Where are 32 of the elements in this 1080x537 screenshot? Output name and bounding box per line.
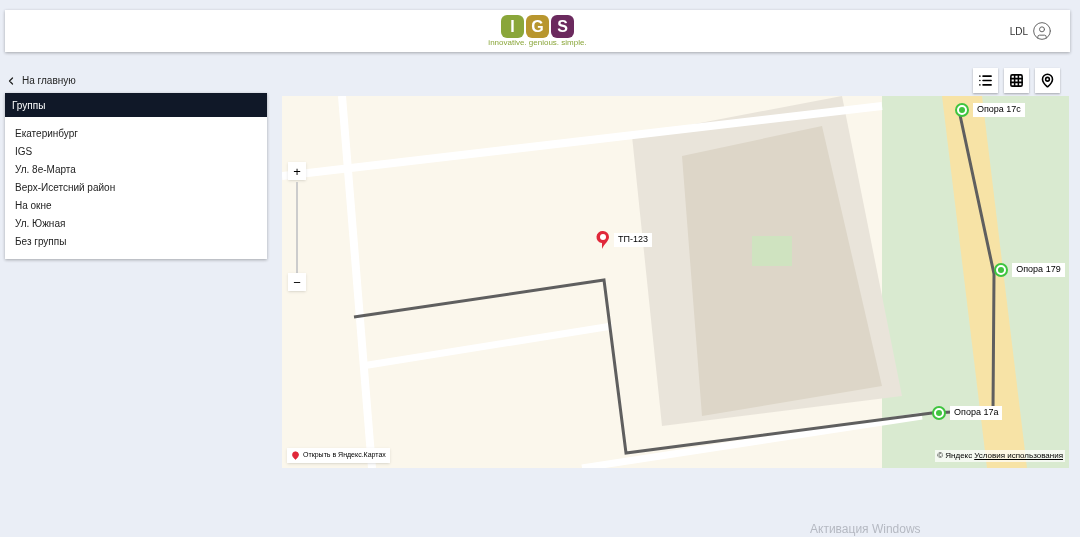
logo-letter: S: [551, 15, 574, 38]
terms-link[interactable]: Условия использования: [974, 450, 1063, 462]
group-item[interactable]: Ул. Южная: [15, 215, 257, 233]
logo-tagline: innovative. genious. simple.: [488, 39, 587, 47]
grid-icon: [1009, 73, 1024, 88]
group-item[interactable]: Ул. 8е-Марта: [15, 161, 257, 179]
pole-marker-icon: [994, 263, 1009, 278]
group-item[interactable]: IGS: [15, 143, 257, 161]
user-name: LDL: [1009, 24, 1028, 39]
user-icon[interactable]: [1032, 21, 1052, 41]
view-button[interactable]: [1035, 68, 1060, 93]
zoom-in-button[interactable]: +: [288, 162, 306, 180]
back-link[interactable]: На главную: [5, 73, 76, 88]
marker-label[interactable]: Опора 17с: [972, 103, 1025, 117]
group-item[interactable]: На окне: [15, 197, 257, 215]
logo-letter: I: [501, 15, 524, 38]
pin-icon: [596, 229, 610, 250]
view-button[interactable]: [973, 68, 998, 93]
marker-label[interactable]: Опора 17а: [950, 406, 1003, 420]
map-pin-icon: [1040, 73, 1055, 88]
view-button[interactable]: [1004, 68, 1029, 93]
marker-label[interactable]: ТП-123: [614, 233, 652, 247]
marker-label[interactable]: Опора 179: [1012, 263, 1065, 277]
group-item[interactable]: Екатеринбург: [15, 125, 257, 143]
pin-icon: [291, 451, 300, 460]
group-item[interactable]: Без группы: [15, 233, 257, 251]
list-icon: [978, 73, 993, 88]
map-copyright: © Яндекс: [937, 450, 973, 462]
logo-letter: G: [526, 15, 549, 38]
groups-title: Группы: [5, 93, 267, 117]
group-item[interactable]: Верх-Исетсний район: [15, 179, 257, 197]
zoom-out-button[interactable]: −: [288, 273, 306, 291]
